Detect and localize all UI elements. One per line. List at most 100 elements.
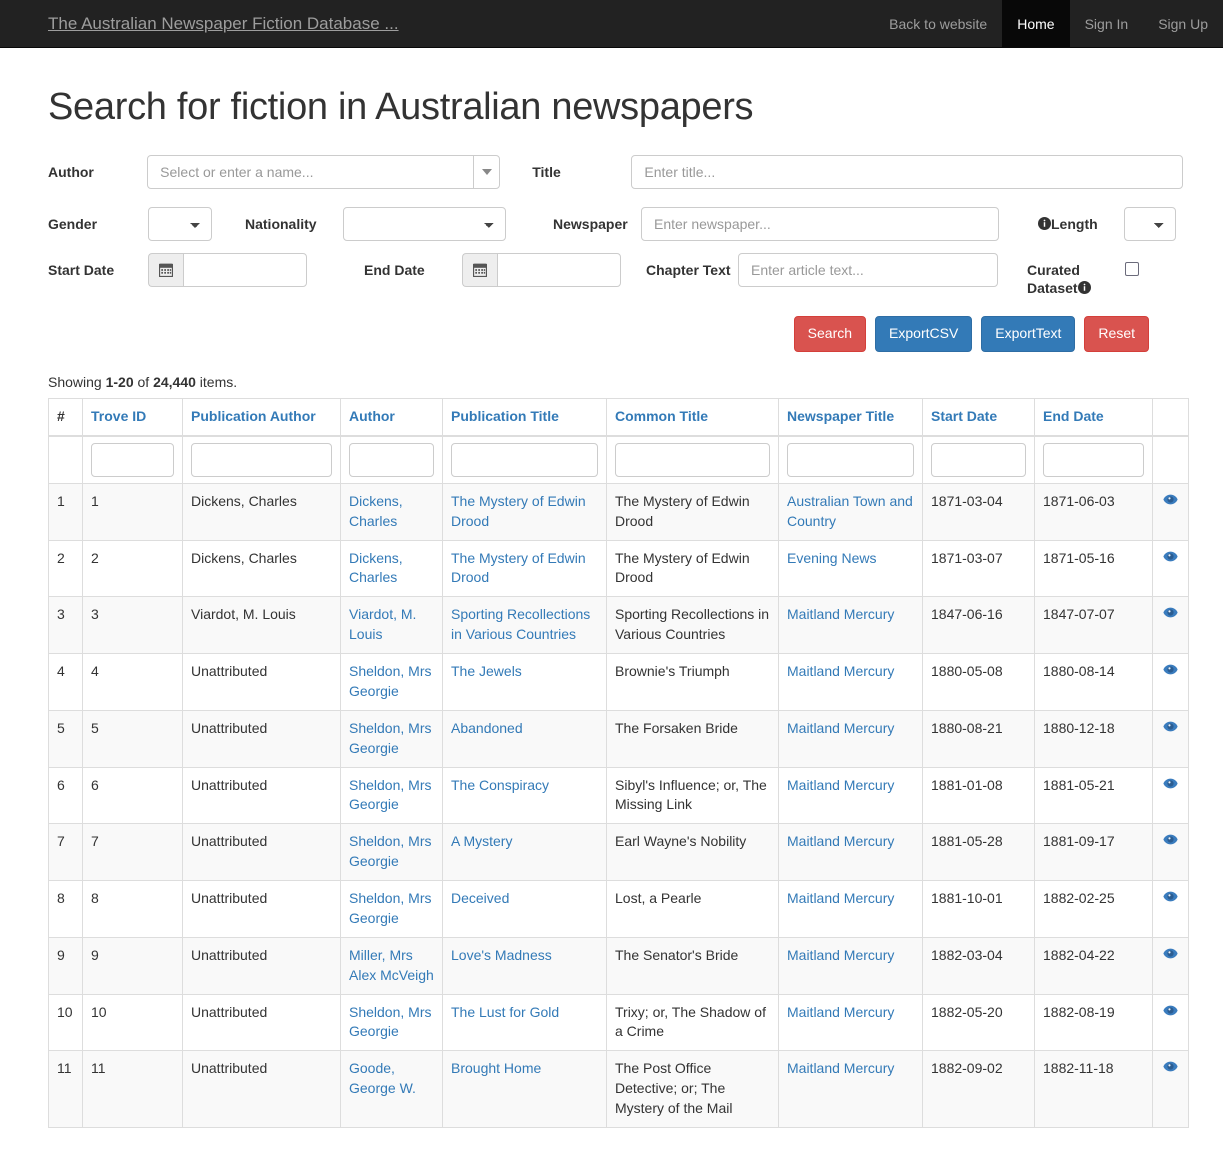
- export-text-button[interactable]: ExportText: [981, 316, 1076, 352]
- link-author[interactable]: Dickens, Charles: [349, 550, 403, 586]
- view-icon[interactable]: [1163, 1005, 1178, 1021]
- view-icon[interactable]: [1163, 721, 1178, 737]
- nationality-select[interactable]: [343, 207, 506, 241]
- summary-suffix: items.: [195, 373, 238, 390]
- calendar-icon-end-date[interactable]: [462, 253, 497, 287]
- curated-dataset-label-text: Curated Dataset: [1027, 262, 1080, 296]
- link-publication-title[interactable]: Sporting Recollections in Various Countr…: [451, 606, 590, 642]
- link-author[interactable]: Sheldon, Mrs Georgie: [349, 833, 431, 869]
- reset-button[interactable]: Reset: [1084, 316, 1149, 352]
- link-author[interactable]: Dickens, Charles: [349, 493, 403, 529]
- link-publication-title[interactable]: Brought Home: [451, 1060, 541, 1076]
- length-label-text: Length: [1051, 216, 1098, 232]
- cell-view-action: [1152, 1050, 1189, 1128]
- view-icon[interactable]: [1163, 778, 1178, 794]
- view-icon[interactable]: [1163, 948, 1178, 964]
- link-publication-title[interactable]: Deceived: [451, 890, 509, 906]
- form-buttons: Search ExportCSV ExportText Reset: [48, 316, 1183, 352]
- search-button[interactable]: Search: [793, 316, 867, 352]
- link-author[interactable]: Sheldon, Mrs Georgie: [349, 663, 431, 699]
- sort-link-author[interactable]: Author: [349, 408, 395, 424]
- cell-trove-id: 10: [82, 993, 183, 1052]
- sort-link-newspaper-title[interactable]: Newspaper Title: [787, 408, 894, 424]
- view-icon[interactable]: [1163, 551, 1178, 567]
- link-newspaper-title[interactable]: Maitland Mercury: [787, 1004, 894, 1020]
- nav-link-back-to-website[interactable]: Back to website: [874, 0, 1002, 47]
- filter-input-trove-id[interactable]: [91, 442, 174, 477]
- column-header-start-date: Start Date: [922, 397, 1035, 437]
- view-icon[interactable]: [1163, 607, 1178, 623]
- column-header-trove-id: Trove ID: [82, 397, 183, 437]
- info-icon-curated-dataset[interactable]: [1077, 280, 1091, 298]
- link-publication-title[interactable]: The Conspiracy: [451, 777, 549, 793]
- filter-input-common-title[interactable]: [615, 442, 770, 477]
- link-newspaper-title[interactable]: Maitland Mercury: [787, 1060, 894, 1076]
- calendar-icon-start-date[interactable]: [148, 253, 183, 287]
- sort-link-publication-title[interactable]: Publication Title: [451, 408, 559, 424]
- cell-common-title: Sporting Recollections in Various Countr…: [606, 596, 779, 654]
- end-date-input[interactable]: [497, 253, 621, 287]
- start-date-input[interactable]: [183, 253, 307, 287]
- view-icon[interactable]: [1163, 891, 1178, 907]
- link-author[interactable]: Sheldon, Mrs Georgie: [349, 1004, 431, 1040]
- curated-dataset-checkbox[interactable]: [1125, 262, 1139, 276]
- link-publication-title[interactable]: The Lust for Gold: [451, 1004, 559, 1020]
- filter-input-end-date[interactable]: [1043, 442, 1144, 477]
- link-author[interactable]: Sheldon, Mrs Georgie: [349, 890, 431, 926]
- export-csv-button[interactable]: ExportCSV: [875, 316, 973, 352]
- nav-link-sign-up[interactable]: Sign Up: [1143, 0, 1223, 47]
- filter-input-publication-title[interactable]: [451, 442, 598, 477]
- link-publication-title[interactable]: Love's Madness: [451, 947, 552, 963]
- sort-link-start-date[interactable]: Start Date: [931, 408, 997, 424]
- link-newspaper-title[interactable]: Australian Town and Country: [787, 493, 913, 529]
- cell-trove-id: 1: [82, 482, 183, 541]
- link-publication-title[interactable]: Abandoned: [451, 720, 523, 736]
- link-publication-title[interactable]: The Mystery of Edwin Drood: [451, 550, 586, 586]
- link-publication-title[interactable]: The Jewels: [451, 663, 522, 679]
- link-author[interactable]: Viardot, M. Louis: [349, 606, 416, 642]
- nav-link-home[interactable]: Home: [1002, 0, 1070, 47]
- end-date-group: [462, 253, 621, 287]
- link-newspaper-title[interactable]: Maitland Mercury: [787, 663, 894, 679]
- chevron-down-icon[interactable]: [473, 156, 499, 188]
- navbar-brand[interactable]: The Australian Newspaper Fiction Databas…: [0, 0, 414, 47]
- author-select[interactable]: Select or enter a name...: [147, 155, 501, 189]
- sort-link-end-date[interactable]: End Date: [1043, 408, 1104, 424]
- cell-author: Sheldon, Mrs Georgie: [340, 653, 443, 711]
- link-publication-title[interactable]: The Mystery of Edwin Drood: [451, 493, 586, 529]
- link-author[interactable]: Miller, Mrs Alex McVeigh: [349, 947, 434, 983]
- link-newspaper-title[interactable]: Maitland Mercury: [787, 890, 894, 906]
- filter-input-publication-author[interactable]: [191, 442, 332, 477]
- link-newspaper-title[interactable]: Maitland Mercury: [787, 606, 894, 622]
- newspaper-input[interactable]: [641, 207, 999, 241]
- link-newspaper-title[interactable]: Maitland Mercury: [787, 777, 894, 793]
- filter-input-author[interactable]: [349, 442, 434, 477]
- length-select[interactable]: [1124, 207, 1176, 241]
- cell-num: 7: [48, 823, 83, 881]
- link-author[interactable]: Goode, George W.: [349, 1060, 416, 1096]
- filter-input-newspaper-title[interactable]: [787, 442, 914, 477]
- cell-end-date: 1871-05-16: [1034, 539, 1153, 598]
- cell-newspaper-title: Maitland Mercury: [778, 596, 923, 654]
- link-author[interactable]: Sheldon, Mrs Georgie: [349, 720, 431, 756]
- filter-input-start-date[interactable]: [931, 442, 1026, 477]
- info-icon-length[interactable]: [1038, 216, 1051, 234]
- sort-link-common-title[interactable]: Common Title: [615, 408, 708, 424]
- title-input[interactable]: [631, 155, 1183, 189]
- sort-link-publication-author[interactable]: Publication Author: [191, 408, 316, 424]
- link-author[interactable]: Sheldon, Mrs Georgie: [349, 777, 431, 813]
- link-newspaper-title[interactable]: Evening News: [787, 550, 877, 566]
- link-newspaper-title[interactable]: Maitland Mercury: [787, 720, 894, 736]
- nav-link-sign-in[interactable]: Sign In: [1070, 0, 1144, 47]
- chapter-text-input[interactable]: [738, 253, 998, 287]
- view-icon[interactable]: [1163, 834, 1178, 850]
- cell-num: 9: [48, 936, 83, 995]
- view-icon[interactable]: [1163, 1061, 1178, 1077]
- view-icon[interactable]: [1163, 494, 1178, 510]
- link-newspaper-title[interactable]: Maitland Mercury: [787, 833, 894, 849]
- sort-link-trove-id[interactable]: Trove ID: [91, 408, 146, 424]
- view-icon[interactable]: [1163, 664, 1178, 680]
- link-publication-title[interactable]: A Mystery: [451, 833, 512, 849]
- link-newspaper-title[interactable]: Maitland Mercury: [787, 947, 894, 963]
- gender-select[interactable]: [148, 207, 212, 241]
